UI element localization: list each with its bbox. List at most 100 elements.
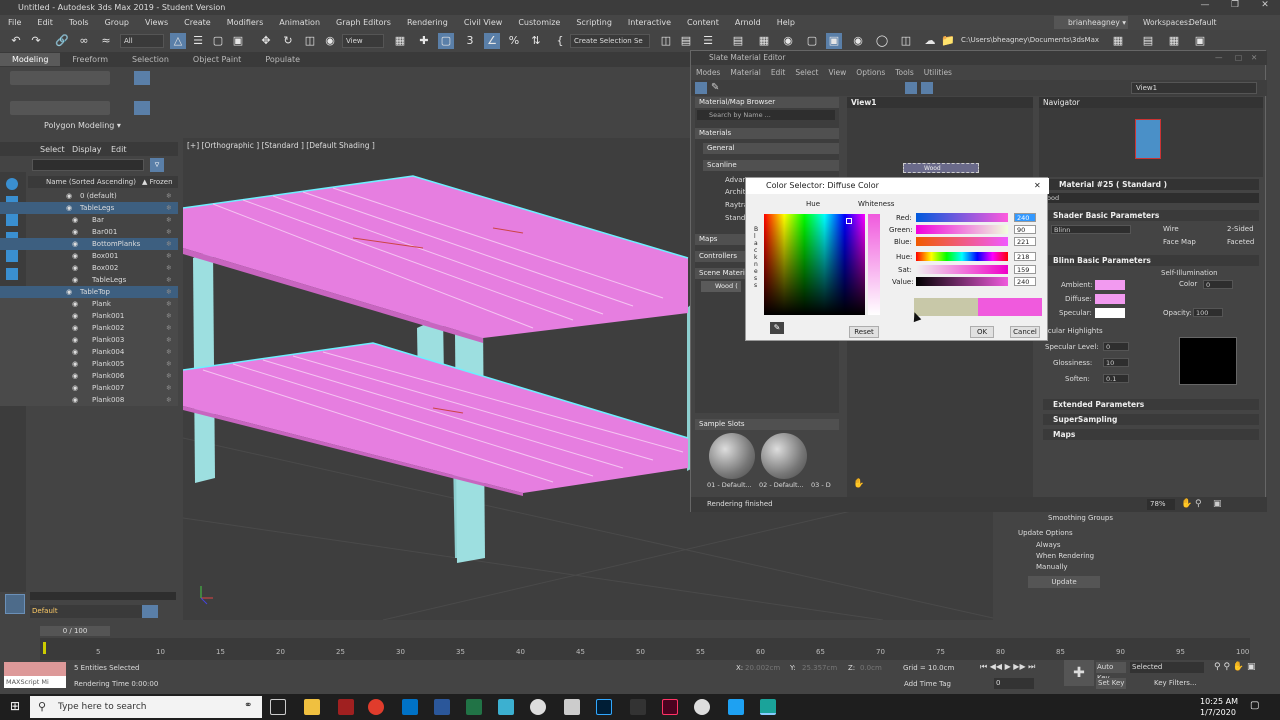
green-value[interactable]: 90 (1014, 225, 1036, 234)
ambient-swatch[interactable] (1095, 280, 1125, 290)
scene-item[interactable]: ◉ Plank001 ❄ (0, 310, 178, 322)
freeze-icon[interactable]: ❄ (166, 202, 172, 214)
menu-scripting[interactable]: Scripting (568, 18, 620, 27)
col-frozen[interactable]: ▲ Frozen (142, 178, 173, 186)
undo-icon[interactable]: ↶ (8, 33, 24, 49)
freeze-icon[interactable]: ❄ (166, 274, 172, 286)
sme-nav-pan-icon[interactable]: ✋ (1181, 499, 1192, 509)
visibility-icon[interactable]: ◉ (66, 286, 72, 298)
update-button[interactable]: Update (1028, 576, 1100, 588)
freeze-icon[interactable]: ❄ (166, 334, 172, 346)
ribbon-tab-populate[interactable]: Populate (253, 55, 312, 64)
align-icon[interactable]: ▤ (678, 33, 694, 49)
color-dialog-close-icon[interactable]: ✕ (1034, 178, 1041, 194)
schematic-view-icon[interactable]: ▦ (756, 33, 772, 49)
menu-edit[interactable]: Edit (29, 18, 61, 27)
ribbon-mode2-icon[interactable] (134, 101, 150, 115)
menu-modifiers[interactable]: Modifiers (219, 18, 272, 27)
app-icon-2[interactable] (498, 699, 514, 715)
hue-slider[interactable] (916, 252, 1008, 261)
toolbar-extra-3-icon[interactable]: ▦ (1166, 33, 1182, 49)
move-icon[interactable]: ✥ (258, 33, 274, 49)
opacity-value[interactable]: 100 (1193, 308, 1223, 317)
minimize-icon[interactable]: — (1190, 0, 1220, 10)
whiteness-slider[interactable] (868, 214, 880, 315)
radio-always[interactable]: Always (1036, 541, 1061, 549)
sme-nav-fit-icon[interactable]: ▣ (1213, 499, 1222, 509)
visibility-icon[interactable]: ◉ (72, 382, 78, 394)
visibility-icon[interactable]: ◉ (72, 370, 78, 382)
select-by-name-icon[interactable]: ☰ (190, 33, 206, 49)
face-map-checkbox[interactable]: Face Map (1163, 238, 1196, 246)
old-color-swatch[interactable] (914, 298, 978, 316)
3dsmax-icon[interactable] (760, 699, 776, 715)
timeline-track[interactable]: 5 10 15 20 25 30 35 40 45 50 55 60 65 70 75 80 85 90 95 100 (40, 638, 1250, 660)
menu-views[interactable]: Views (137, 18, 176, 27)
browser-scanline[interactable]: Scanline (703, 160, 839, 171)
material-node[interactable]: Wood (903, 163, 979, 173)
menu-graph-editors[interactable]: Graph Editors (328, 18, 399, 27)
view1-tab[interactable]: View1 (847, 97, 1033, 108)
set-key-button[interactable]: Set Key (1096, 678, 1126, 689)
freeze-icon[interactable]: ❄ (166, 310, 172, 322)
freeze-icon[interactable]: ❄ (166, 190, 172, 202)
ribbon-panel-label[interactable]: Polygon Modeling ▾ (44, 121, 121, 130)
two-sided-checkbox[interactable]: 2-Sided (1227, 225, 1254, 233)
faceted-checkbox[interactable]: Faceted (1227, 238, 1254, 246)
scale-icon[interactable]: ◫ (302, 33, 318, 49)
visibility-icon[interactable]: ◉ (72, 358, 78, 370)
freeze-icon[interactable]: ❄ (166, 250, 172, 262)
freeze-icon[interactable]: ❄ (166, 370, 172, 382)
scene-item[interactable]: ◉ TableTop ❄ (0, 286, 178, 298)
sme-menu-options[interactable]: Options (851, 66, 890, 80)
render-cloud-icon[interactable]: ☁ (922, 33, 938, 49)
sme-menu-modes[interactable]: Modes (691, 66, 725, 80)
spec-level-value[interactable]: 0 (1103, 342, 1129, 351)
shader-rollout[interactable]: Shader Basic Parameters (1043, 210, 1259, 221)
blue-value[interactable]: 221 (1014, 237, 1036, 246)
scene-explorer-toggle-icon[interactable] (5, 594, 25, 614)
ribbon-buttons-row-1[interactable] (10, 71, 110, 85)
sat-slider[interactable] (916, 265, 1008, 274)
browser-wood[interactable]: Wood ( (701, 281, 741, 292)
shader-select[interactable]: Blinn (1051, 225, 1131, 234)
freeze-icon[interactable]: ❄ (166, 238, 172, 250)
scene-item[interactable]: ◉ Bar ❄ (0, 214, 178, 226)
sme-pan-icon[interactable]: ✋ (853, 479, 864, 489)
layer-explorer-icon[interactable]: ☰ (700, 33, 716, 49)
time-cursor[interactable] (43, 642, 46, 654)
extended-rollout[interactable]: Extended Parameters (1043, 399, 1259, 410)
material-editor-icon[interactable]: ◉ (780, 33, 796, 49)
sme-menu-tools[interactable]: Tools (890, 66, 918, 80)
self-illum-value[interactable]: 0 (1203, 280, 1233, 289)
windows-start-icon[interactable]: ⊞ (10, 699, 20, 713)
current-frame-field[interactable]: 0 (994, 678, 1034, 689)
bind-space-warp-icon[interactable]: ≈ (98, 33, 114, 49)
browser-general[interactable]: General (703, 143, 839, 154)
set-key-icon[interactable]: ✚ (1064, 660, 1094, 686)
tab-display[interactable]: Display (72, 145, 102, 154)
render-setup-icon[interactable]: ▢ (804, 33, 820, 49)
ok-button[interactable]: OK (970, 326, 994, 338)
cancel-button[interactable]: Cancel (1010, 326, 1040, 338)
menu-tools[interactable]: Tools (61, 18, 97, 27)
navigator-viewport[interactable] (1135, 119, 1161, 159)
value-value[interactable]: 240 (1014, 277, 1036, 286)
scene-item[interactable]: ◉ Box002 ❄ (0, 262, 178, 274)
restore-icon[interactable]: ❐ (1220, 0, 1250, 10)
scene-item[interactable]: ◉ BottomPlanks ❄ (0, 238, 178, 250)
sme-minimize-icon[interactable]: — (1215, 51, 1223, 65)
select-manipulate-icon[interactable]: ✚ (416, 33, 432, 49)
sme-menu-view[interactable]: View (823, 66, 851, 80)
visibility-icon[interactable]: ◉ (66, 190, 72, 202)
browser-advanced[interactable]: Advan (725, 176, 747, 184)
visibility-icon[interactable]: ◉ (72, 214, 78, 226)
sme-maximize-icon[interactable]: □ (1235, 51, 1242, 65)
self-illum-color-checkbox[interactable]: Color (1179, 280, 1197, 288)
reset-button[interactable]: Reset (849, 326, 879, 338)
taskbar-search[interactable]: Type here to search (30, 696, 262, 718)
browser-standard[interactable]: Stand (725, 214, 745, 222)
menu-content[interactable]: Content (679, 18, 727, 27)
maps-rollout[interactable]: Maps (1043, 429, 1259, 440)
visibility-icon[interactable]: ◉ (72, 346, 78, 358)
